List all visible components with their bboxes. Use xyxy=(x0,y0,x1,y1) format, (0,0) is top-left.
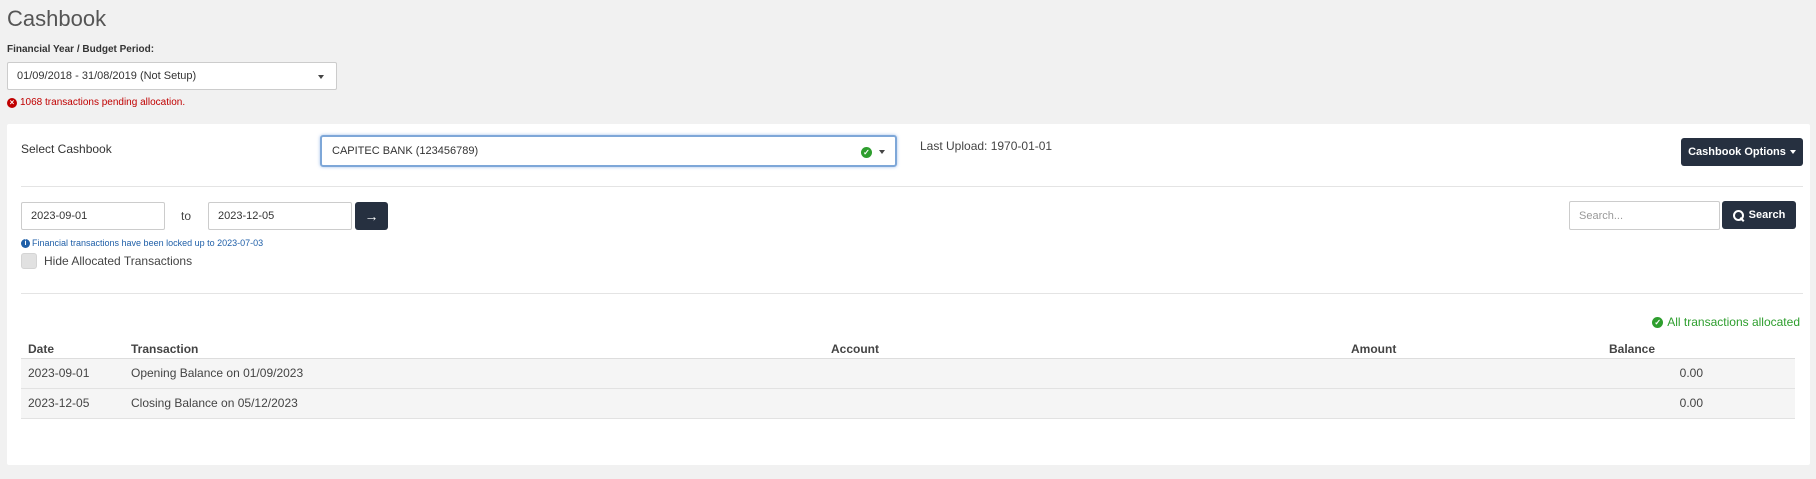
hide-allocated-label[interactable]: Hide Allocated Transactions xyxy=(44,254,192,268)
transactions-table: Date Transaction Account Amount Balance … xyxy=(21,338,1795,419)
col-date: Date xyxy=(21,338,124,359)
error-circle-icon: × xyxy=(7,97,17,108)
table-header-row: Date Transaction Account Amount Balance xyxy=(21,338,1795,359)
col-balance: Balance xyxy=(1602,338,1795,359)
to-date-value: 2023-12-05 xyxy=(218,210,275,222)
cashbook-options-label: Cashbook Options xyxy=(1688,146,1786,158)
col-account: Account xyxy=(824,338,1344,359)
col-amount: Amount xyxy=(1344,338,1602,359)
apply-dates-button[interactable]: → xyxy=(355,202,388,230)
cell-balance: 0.00 xyxy=(1602,388,1795,419)
cashbook-options-button[interactable]: Cashbook Options xyxy=(1681,138,1803,166)
cashbook-select[interactable]: CAPITEC BANK (123456789) ✓ xyxy=(320,135,897,167)
cell-balance: 0.00 xyxy=(1602,358,1795,389)
all-allocated-status: ✓ All transactions allocated xyxy=(1652,315,1800,329)
check-circle-icon: ✓ xyxy=(1652,316,1664,328)
pending-allocation-message: × 1068 transactions pending allocation. xyxy=(7,97,185,108)
cell-account xyxy=(824,388,1344,419)
from-date-input[interactable]: 2023-09-01 xyxy=(21,202,165,230)
table-row[interactable]: 2023-12-05 Closing Balance on 05/12/2023… xyxy=(21,388,1795,419)
fy-select-value: 01/09/2018 - 31/08/2019 (Not Setup) xyxy=(17,70,197,82)
search-input[interactable]: Search... xyxy=(1569,201,1720,230)
cell-account xyxy=(824,358,1344,389)
caret-down-icon xyxy=(1789,150,1796,154)
divider xyxy=(21,186,1803,187)
info-circle-icon: i xyxy=(21,238,30,248)
table-row[interactable]: 2023-09-01 Opening Balance on 01/09/2023… xyxy=(21,358,1795,389)
search-icon xyxy=(1732,209,1744,221)
col-transaction: Transaction xyxy=(124,338,824,359)
cashbook-select-value: CAPITEC BANK (123456789) xyxy=(332,145,479,157)
fy-select[interactable]: 01/09/2018 - 31/08/2019 (Not Setup) xyxy=(7,62,337,90)
hide-allocated-checkbox[interactable] xyxy=(21,253,37,269)
cell-transaction: Opening Balance on 01/09/2023 xyxy=(124,358,824,389)
search-button[interactable]: Search xyxy=(1722,201,1796,229)
search-button-label: Search xyxy=(1748,209,1786,221)
cell-date: 2023-12-05 xyxy=(21,388,124,419)
arrow-right-icon: → xyxy=(364,208,379,224)
to-date-input[interactable]: 2023-12-05 xyxy=(208,202,352,230)
last-upload: Last Upload: 1970-01-01 xyxy=(920,139,1053,153)
cell-amount xyxy=(1344,388,1602,419)
page-title: Cashbook xyxy=(7,6,107,31)
divider xyxy=(21,293,1803,294)
cashbook-panel: Select Cashbook CAPITEC BANK (123456789)… xyxy=(7,124,1810,465)
lock-note-text: Financial transactions have been locked … xyxy=(32,238,264,248)
chevron-down-icon xyxy=(318,75,324,79)
cell-date: 2023-09-01 xyxy=(21,358,124,389)
check-circle-icon: ✓ xyxy=(861,147,872,158)
from-date-value: 2023-09-01 xyxy=(31,210,88,222)
select-cashbook-label: Select Cashbook xyxy=(21,142,112,156)
search-placeholder: Search... xyxy=(1579,209,1624,222)
all-allocated-text: All transactions allocated xyxy=(1667,315,1800,329)
cell-amount xyxy=(1344,358,1602,389)
pending-allocation-text: 1068 transactions pending allocation. xyxy=(20,97,186,108)
fy-label: Financial Year / Budget Period: xyxy=(7,44,155,55)
to-label: to xyxy=(181,209,192,223)
lock-note: i Financial transactions have been locke… xyxy=(21,238,263,248)
chevron-down-icon xyxy=(879,150,885,154)
cell-transaction: Closing Balance on 05/12/2023 xyxy=(124,388,824,419)
